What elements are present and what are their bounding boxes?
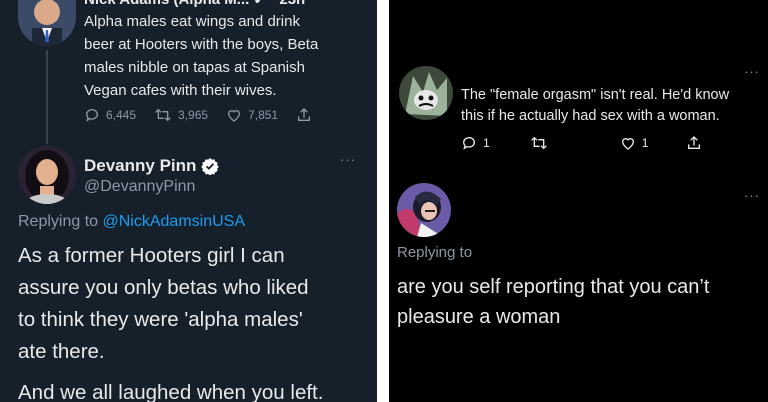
heart-icon bbox=[228, 110, 241, 122]
reply-author-handle: @DevannyPinn bbox=[84, 178, 196, 195]
right-screenshot-panel: ··· The "female orgasm" isn't real. He'd… bbox=[389, 0, 768, 402]
thread-connector bbox=[46, 50, 48, 144]
top-tweet-line: males nibble on tapas at Spanish bbox=[84, 59, 305, 76]
verified-badge-icon bbox=[201, 158, 220, 175]
share-button[interactable] bbox=[686, 135, 708, 151]
like-count: 7,851 bbox=[248, 108, 279, 122]
author-name: Devanny Pinn bbox=[84, 156, 197, 175]
top-tweet-line: The "female orgasm" isn't real. He'd kno… bbox=[461, 87, 730, 103]
reply-button[interactable]: 1 bbox=[461, 135, 490, 151]
share-button[interactable] bbox=[296, 107, 318, 123]
top-tweet-line: Alpha males eat wings and drink bbox=[84, 13, 300, 30]
reply-tweet-text: are you self reporting that you can’t pl… bbox=[397, 272, 765, 332]
top-tweet-text: The "female orgasm" isn't real. He'd kno… bbox=[461, 85, 761, 127]
share-icon bbox=[298, 108, 311, 121]
top-tweet-actions: 6,445 3,965 7,851 bbox=[84, 107, 336, 123]
replying-to-line: Replying to @NickAdamsinUSA bbox=[18, 213, 245, 231]
reply-button[interactable]: 6,445 bbox=[84, 107, 136, 123]
replying-to-handle-link[interactable]: @NickAdamsinUSA bbox=[103, 213, 246, 230]
more-options-icon[interactable]: ··· bbox=[744, 188, 760, 203]
share-icon bbox=[688, 136, 701, 149]
top-tweet-text: Alpha males eat wings and drink beer at … bbox=[84, 10, 374, 102]
heart-icon bbox=[621, 138, 634, 150]
reply-tweet-line: ate there. bbox=[18, 340, 105, 363]
replying-to-label: Replying to bbox=[18, 213, 103, 230]
reply-tweet-line: pleasure a woman bbox=[397, 306, 561, 328]
reply-tweet-line: are you self reporting that you can’t bbox=[397, 276, 710, 298]
top-tweet-header-partial: Nick Adams (Alpha M... ✔ · 23h bbox=[84, 0, 305, 8]
left-screenshot-panel: Nick Adams (Alpha M... ✔ · 23h Alpha mal… bbox=[0, 0, 377, 402]
top-tweet-line: beer at Hooters with the boys, Beta bbox=[84, 36, 319, 53]
retweet-icon bbox=[530, 136, 547, 150]
reply-tweet-text: As a former Hooters girl I can assure yo… bbox=[18, 240, 373, 402]
reply-tweet-line: to think they were 'alpha males' bbox=[18, 308, 303, 331]
retweet-button[interactable] bbox=[530, 135, 554, 151]
reply-icon bbox=[85, 109, 98, 122]
reply-tweet-avatar[interactable] bbox=[397, 183, 451, 237]
retweet-count: 3,965 bbox=[178, 108, 209, 122]
reply-count: 6,445 bbox=[106, 108, 137, 122]
top-tweet-line: this if he actually had sex with a woman… bbox=[461, 108, 720, 124]
nick-adams-avatar[interactable] bbox=[18, 0, 76, 46]
like-count: 1 bbox=[641, 136, 649, 150]
top-tweet-actions: 1 1 bbox=[461, 135, 726, 151]
retweet-button[interactable]: 3,965 bbox=[154, 107, 208, 123]
reply-tweet-line: As a former Hooters girl I can bbox=[18, 244, 285, 267]
more-options-icon[interactable]: ··· bbox=[744, 64, 760, 79]
reply-tweet-line: assure you only betas who liked bbox=[18, 276, 309, 299]
like-button[interactable]: 1 bbox=[620, 135, 649, 151]
reply-tweet-line-last: And we all laughed when you left. bbox=[18, 381, 324, 402]
reply-icon bbox=[462, 137, 475, 150]
more-options-icon[interactable]: ··· bbox=[340, 152, 356, 167]
reply-author-name: Devanny Pinn bbox=[84, 156, 220, 176]
devanny-pinn-avatar[interactable] bbox=[18, 146, 76, 204]
reply-count: 1 bbox=[483, 136, 490, 150]
retweet-icon bbox=[155, 108, 171, 122]
top-tweet-line: Vegan cafes with their wives. bbox=[84, 82, 277, 99]
like-button[interactable]: 7,851 bbox=[226, 107, 278, 123]
replying-to-label: Replying to bbox=[397, 244, 473, 261]
top-tweet-avatar[interactable] bbox=[399, 66, 453, 120]
